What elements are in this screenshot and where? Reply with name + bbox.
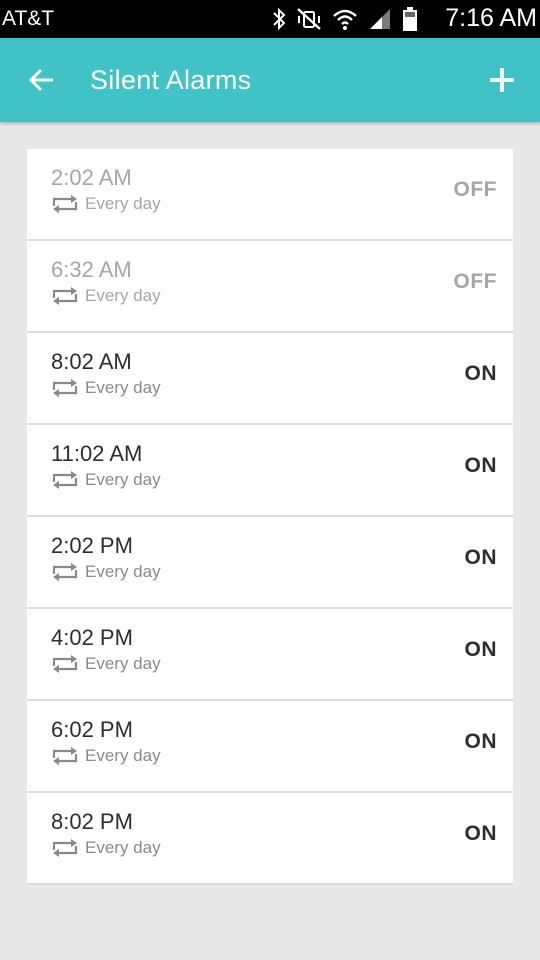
battery-icon xyxy=(402,6,418,32)
back-button[interactable] xyxy=(26,64,58,96)
alarm-time: 6:32 AM xyxy=(51,257,132,282)
carrier-name: AT&T xyxy=(2,7,55,30)
repeat-icon xyxy=(51,839,79,857)
repeat-icon xyxy=(51,379,79,397)
alarm-row[interactable]: 4:02 PM Every day ON xyxy=(27,609,513,701)
alarm-toggle-state[interactable]: OFF xyxy=(454,269,498,295)
alarm-toggle-state[interactable]: ON xyxy=(465,361,498,387)
alarm-toggle-state[interactable]: ON xyxy=(465,637,498,663)
repeat-icon xyxy=(51,563,79,581)
alarm-time: 2:02 PM xyxy=(51,533,133,558)
repeat-icon xyxy=(51,747,79,765)
alarm-list: 2:02 AM Every day OFF 6:32 AM Every day … xyxy=(27,149,513,885)
app-bar: Silent Alarms xyxy=(0,38,540,122)
repeat-info: Every day xyxy=(51,286,161,306)
status-bar: AT&T 7:16 AM xyxy=(0,0,540,38)
alarm-row[interactable]: 2:02 PM Every day ON xyxy=(27,517,513,609)
repeat-label: Every day xyxy=(85,286,161,305)
alarm-row[interactable]: 8:02 PM Every day ON xyxy=(27,793,513,885)
page-title: Silent Alarms xyxy=(90,65,252,95)
status-clock: 7:16 AM xyxy=(445,4,537,32)
alarm-time: 6:02 PM xyxy=(51,717,133,742)
repeat-icon xyxy=(51,655,79,673)
status-icons xyxy=(272,5,418,33)
bluetooth-icon xyxy=(272,7,286,31)
repeat-label: Every day xyxy=(85,838,161,857)
repeat-info: Every day xyxy=(51,378,161,398)
alarm-time: 2:02 AM xyxy=(51,165,132,190)
repeat-label: Every day xyxy=(85,378,161,397)
repeat-info: Every day xyxy=(51,470,161,490)
repeat-info: Every day xyxy=(51,194,161,214)
alarm-time: 11:02 AM xyxy=(51,441,143,466)
add-alarm-button[interactable] xyxy=(488,66,516,94)
alarm-toggle-state[interactable]: ON xyxy=(465,729,498,755)
repeat-label: Every day xyxy=(85,194,161,213)
alarm-row[interactable]: 6:02 PM Every day ON xyxy=(27,701,513,793)
alarm-toggle-state[interactable]: OFF xyxy=(454,177,498,203)
alarm-time: 8:02 PM xyxy=(51,809,133,834)
arrow-left-icon xyxy=(28,68,53,92)
alarm-toggle-state[interactable]: ON xyxy=(465,453,498,479)
alarm-time: 8:02 AM xyxy=(51,349,132,374)
repeat-info: Every day xyxy=(51,838,161,858)
alarm-row[interactable]: 2:02 AM Every day OFF xyxy=(27,149,513,241)
alarm-row[interactable]: 8:02 AM Every day ON xyxy=(27,333,513,425)
repeat-label: Every day xyxy=(85,654,161,673)
repeat-icon xyxy=(51,471,79,489)
alarm-row[interactable]: 6:32 AM Every day OFF xyxy=(27,241,513,333)
vibrate-mute-icon xyxy=(296,7,322,31)
repeat-label: Every day xyxy=(85,746,161,765)
repeat-info: Every day xyxy=(51,562,161,582)
repeat-icon xyxy=(51,287,79,305)
signal-icon xyxy=(368,7,392,31)
wifi-icon xyxy=(332,7,358,31)
repeat-label: Every day xyxy=(85,562,161,581)
repeat-icon xyxy=(51,195,79,213)
alarm-row[interactable]: 11:02 AM Every day ON xyxy=(27,425,513,517)
alarm-toggle-state[interactable]: ON xyxy=(465,821,498,847)
alarm-toggle-state[interactable]: ON xyxy=(465,545,498,571)
plus-icon xyxy=(490,68,514,92)
repeat-label: Every day xyxy=(85,470,161,489)
alarm-time: 4:02 PM xyxy=(51,625,133,650)
repeat-info: Every day xyxy=(51,654,161,674)
repeat-info: Every day xyxy=(51,746,161,766)
